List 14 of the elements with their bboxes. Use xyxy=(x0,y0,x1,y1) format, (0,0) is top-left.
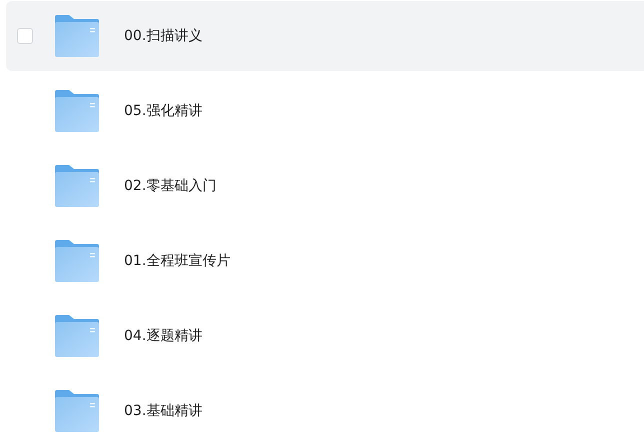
folder-name[interactable]: 04.逐题精讲 xyxy=(124,327,202,345)
folder-icon xyxy=(54,90,100,132)
folder-icon xyxy=(54,165,100,207)
folder-name[interactable]: 01.全程班宣传片 xyxy=(124,252,230,270)
folder-icon xyxy=(54,390,100,432)
folder-name[interactable]: 02.零基础入门 xyxy=(124,177,216,195)
file-row[interactable]: 00.扫描讲义 xyxy=(6,1,644,71)
folder-icon xyxy=(54,15,100,57)
folder-name[interactable]: 00.扫描讲义 xyxy=(124,27,202,45)
folder-icon xyxy=(54,315,100,357)
checkbox[interactable] xyxy=(17,28,33,44)
folder-name[interactable]: 03.基础精讲 xyxy=(124,402,202,420)
folder-name[interactable]: 05.强化精讲 xyxy=(124,102,202,120)
folder-icon xyxy=(54,240,100,282)
